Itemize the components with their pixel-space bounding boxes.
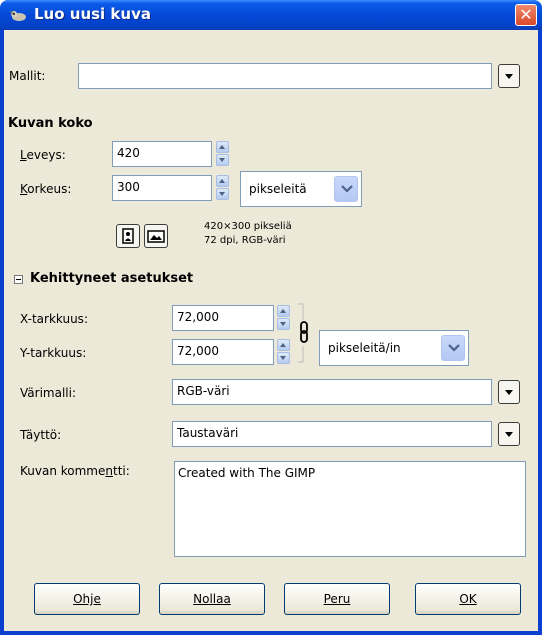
colorspace-dropdown-button[interactable] xyxy=(498,380,520,404)
y-resolution-input[interactable]: 72,000 xyxy=(172,339,274,365)
spin-down-icon[interactable] xyxy=(277,318,290,330)
cancel-button-label: Peru xyxy=(323,592,351,606)
colorspace-label: Värimalli: xyxy=(20,386,76,400)
help-button-label: Ohje xyxy=(73,592,101,606)
chain-link-icon[interactable] xyxy=(296,302,314,364)
height-label-rest: orkeus: xyxy=(27,182,72,196)
image-size-heading: Kuvan koko xyxy=(8,116,93,131)
landscape-button[interactable] xyxy=(144,224,168,248)
fill-dropdown-button[interactable] xyxy=(498,422,520,446)
templates-combo[interactable] xyxy=(78,63,492,89)
image-info-size: 420×300 pikseliä xyxy=(204,221,292,232)
chevron-down-icon[interactable] xyxy=(334,176,358,202)
width-input[interactable]: 420 xyxy=(112,141,212,167)
portrait-icon xyxy=(122,228,134,244)
close-icon: ✕ xyxy=(519,5,533,24)
resolution-unit-value: pikseleitä/in xyxy=(328,341,401,355)
reset-button[interactable]: Nollaa xyxy=(159,583,265,615)
image-info: 420×300 pikseliä 72 dpi, RGB-väri xyxy=(204,220,292,248)
templates-label: Mallit: xyxy=(9,69,46,83)
spin-down-icon[interactable] xyxy=(277,352,290,364)
spin-up-icon[interactable] xyxy=(277,339,290,351)
spin-up-icon[interactable] xyxy=(277,305,290,317)
help-button[interactable]: Ohje xyxy=(34,583,140,615)
advanced-heading: Kehittyneet asetukset xyxy=(30,271,194,286)
x-resolution-input[interactable]: 72,000 xyxy=(172,305,274,331)
chevron-down-icon xyxy=(505,74,513,79)
chevron-down-icon xyxy=(505,432,513,437)
spin-down-icon[interactable] xyxy=(216,154,229,166)
cancel-button[interactable]: Peru xyxy=(284,583,390,615)
colorspace-combo[interactable]: RGB-väri xyxy=(172,379,492,405)
x-resolution-spinner[interactable] xyxy=(276,305,290,331)
size-unit-value: pikseleitä xyxy=(249,182,307,196)
image-info-resolution: 72 dpi, RGB-väri xyxy=(204,235,286,246)
comment-textarea[interactable]: Created with The GIMP xyxy=(174,461,526,557)
y-resolution-spinner[interactable] xyxy=(276,339,290,365)
chevron-down-icon[interactable] xyxy=(441,335,465,361)
reset-button-label: Nollaa xyxy=(193,592,231,606)
comment-label: Kuvan kommentti: xyxy=(20,464,130,478)
gimp-wilber-icon xyxy=(10,11,26,21)
comment-label-mnemonic: n xyxy=(105,464,113,478)
height-input[interactable]: 300 xyxy=(112,175,212,201)
spin-up-icon[interactable] xyxy=(216,175,229,187)
y-resolution-label: Y-tarkkuus: xyxy=(20,346,87,360)
width-spinner[interactable] xyxy=(215,141,229,167)
fill-label: Täyttö: xyxy=(20,428,62,442)
fill-combo[interactable]: Taustaväri xyxy=(172,421,492,447)
size-unit-select[interactable]: pikseleitä xyxy=(240,171,362,207)
close-button[interactable]: ✕ xyxy=(515,4,537,26)
chevron-down-icon xyxy=(505,390,513,395)
title-bar[interactable]: Luo uusi kuva ✕ xyxy=(0,0,542,30)
height-label: Korkeus: xyxy=(20,182,72,196)
portrait-button[interactable] xyxy=(116,224,140,248)
landscape-icon xyxy=(147,230,165,243)
dialog-window: Luo uusi kuva ✕ Mallit: Kuvan koko Levey… xyxy=(0,0,542,635)
resolution-unit-select[interactable]: pikseleitä/in xyxy=(319,330,469,366)
window-title: Luo uusi kuva xyxy=(34,5,151,23)
width-label-rest: eveys: xyxy=(26,148,66,162)
ok-button[interactable]: OK xyxy=(415,583,521,615)
spin-down-icon[interactable] xyxy=(216,188,229,200)
dialog-body: Mallit: Kuvan koko Leveys: 420 Korkeus: … xyxy=(4,30,538,631)
collapse-expander-icon[interactable] xyxy=(14,275,23,284)
ok-button-label: OK xyxy=(459,592,477,606)
x-resolution-label: X-tarkkuus: xyxy=(20,312,88,326)
templates-dropdown-button[interactable] xyxy=(498,64,520,88)
width-label: Leveys: xyxy=(20,148,66,162)
spin-up-icon[interactable] xyxy=(216,141,229,153)
height-spinner[interactable] xyxy=(215,175,229,201)
